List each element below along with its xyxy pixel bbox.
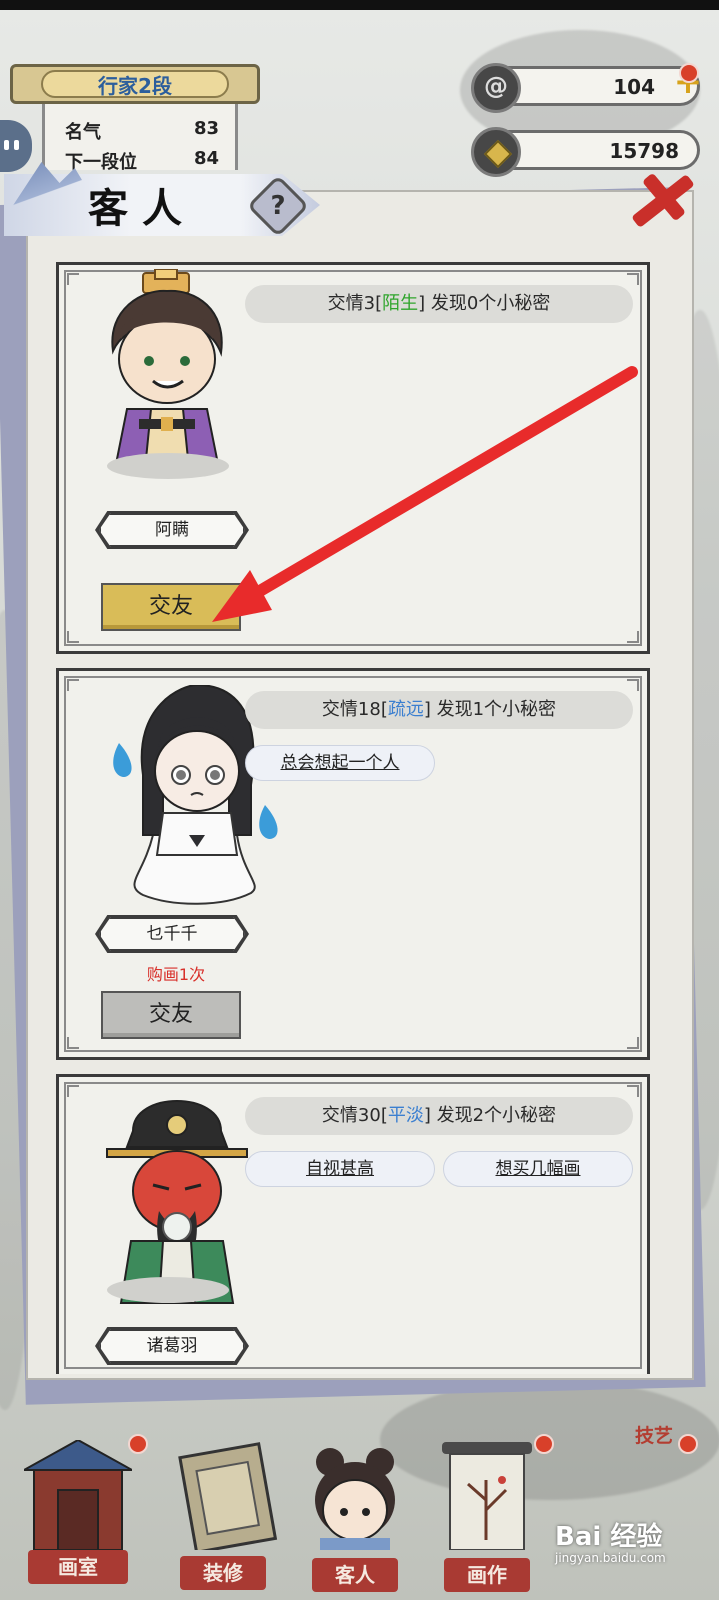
- status-bar: [0, 0, 719, 10]
- notification-dot: [678, 1434, 698, 1454]
- relation-prefix: 交情3[: [327, 293, 383, 314]
- relation-status: 交情18[疏远] 发现1个小秘密: [245, 691, 633, 729]
- befriend-button[interactable]: 交友: [101, 991, 241, 1039]
- ink-counter: 104 +: [471, 63, 702, 113]
- ink-swirl-icon: [471, 63, 521, 113]
- rank-panel: 名气 83 下一段位 84: [42, 104, 238, 173]
- guest-name: 诸葛羽: [146, 1336, 198, 1356]
- watermark-brand: Bai 经验: [555, 1522, 663, 1552]
- nav-paint-label: 画作: [444, 1558, 530, 1592]
- decorate-book-icon: [178, 1442, 278, 1554]
- nav-guests[interactable]: 客人: [300, 1440, 410, 1592]
- nav-guests-label: 客人: [312, 1558, 398, 1592]
- notification-dot: [679, 63, 699, 83]
- modal-title: 客人: [88, 185, 196, 232]
- secret-tag[interactable]: 自视甚高: [245, 1151, 435, 1187]
- guest-avatar-zhugeyu[interactable]: [103, 1091, 248, 1304]
- studio-building-icon: [20, 1438, 136, 1551]
- relation-prefix: 交情18[: [321, 699, 388, 720]
- nav-studio-label: 画室: [28, 1550, 128, 1584]
- secret-tag[interactable]: 想买几幅画: [443, 1151, 633, 1187]
- relation-level: 疏远: [387, 699, 424, 720]
- coin-icon: [471, 127, 521, 177]
- relation-level: 陌生: [382, 293, 419, 314]
- guest-name-plate: 乜千千: [99, 917, 245, 951]
- next-rank-row: 下一段位 84: [65, 148, 219, 178]
- rank-title: 行家2段: [41, 70, 229, 98]
- nav-decorate[interactable]: 装修: [168, 1440, 278, 1590]
- fame-row: 名气 83: [65, 118, 219, 148]
- watermark: Bai 经验 jingyan.baidu.com: [555, 1516, 715, 1576]
- befriend-button[interactable]: 交友: [101, 583, 241, 631]
- guest-name: 阿瞒: [155, 520, 189, 540]
- ink-value: 104: [613, 75, 655, 99]
- secret-tag[interactable]: 总会想起一个人: [245, 745, 435, 781]
- guest-name-plate: 诸葛羽: [99, 1329, 245, 1363]
- notification-dot: [128, 1434, 148, 1454]
- relation-prefix: 交情30[: [321, 1105, 388, 1126]
- nav-paint[interactable]: 画作: [432, 1440, 542, 1592]
- relation-suffix: ] 发现1个小秘密: [423, 699, 557, 720]
- purchase-note: 购画1次: [146, 965, 206, 984]
- painting-scroll-icon: [442, 1442, 532, 1551]
- nav-studio[interactable]: 画室: [20, 1438, 136, 1590]
- next-rank-value: 84: [193, 148, 219, 169]
- fame-value: 83: [193, 118, 219, 139]
- rank-scroll[interactable]: 行家2段: [10, 64, 260, 104]
- nav-decorate-label: 装修: [180, 1556, 266, 1590]
- fame-label: 名气: [65, 122, 101, 143]
- relation-suffix: ] 发现2个小秘密: [423, 1105, 557, 1126]
- guest-avatar-yeqianqian[interactable]: [103, 683, 278, 905]
- guest-card: 诸葛羽 交情30[平淡] 发现2个小秘密 自视甚高 想买几幅画: [56, 1074, 650, 1374]
- relation-level: 平淡: [387, 1105, 424, 1126]
- close-button[interactable]: [624, 160, 695, 240]
- question-icon: ?: [270, 191, 286, 221]
- guest-girl-icon: [315, 1448, 395, 1550]
- nav-skills-label[interactable]: 技艺: [622, 1420, 686, 1452]
- relation-status: 交情30[平淡] 发现2个小秘密: [245, 1097, 633, 1135]
- guest-name-plate: 阿瞒: [99, 513, 245, 547]
- watermark-url: jingyan.baidu.com: [555, 1551, 666, 1565]
- relation-status: 交情3[陌生] 发现0个小秘密: [245, 285, 633, 323]
- relation-suffix: ] 发现0个小秘密: [418, 293, 551, 314]
- guest-card: 阿瞒 交友 交情3[陌生] 发现0个小秘密: [56, 262, 650, 654]
- guest-avatar-aman[interactable]: [103, 268, 233, 479]
- guest-card: 乜千千 购画1次 交友 交情18[疏远] 发现1个小秘密 总会想起一个人: [56, 668, 650, 1060]
- guest-name: 乜千千: [146, 924, 198, 944]
- notification-dot: [534, 1434, 554, 1454]
